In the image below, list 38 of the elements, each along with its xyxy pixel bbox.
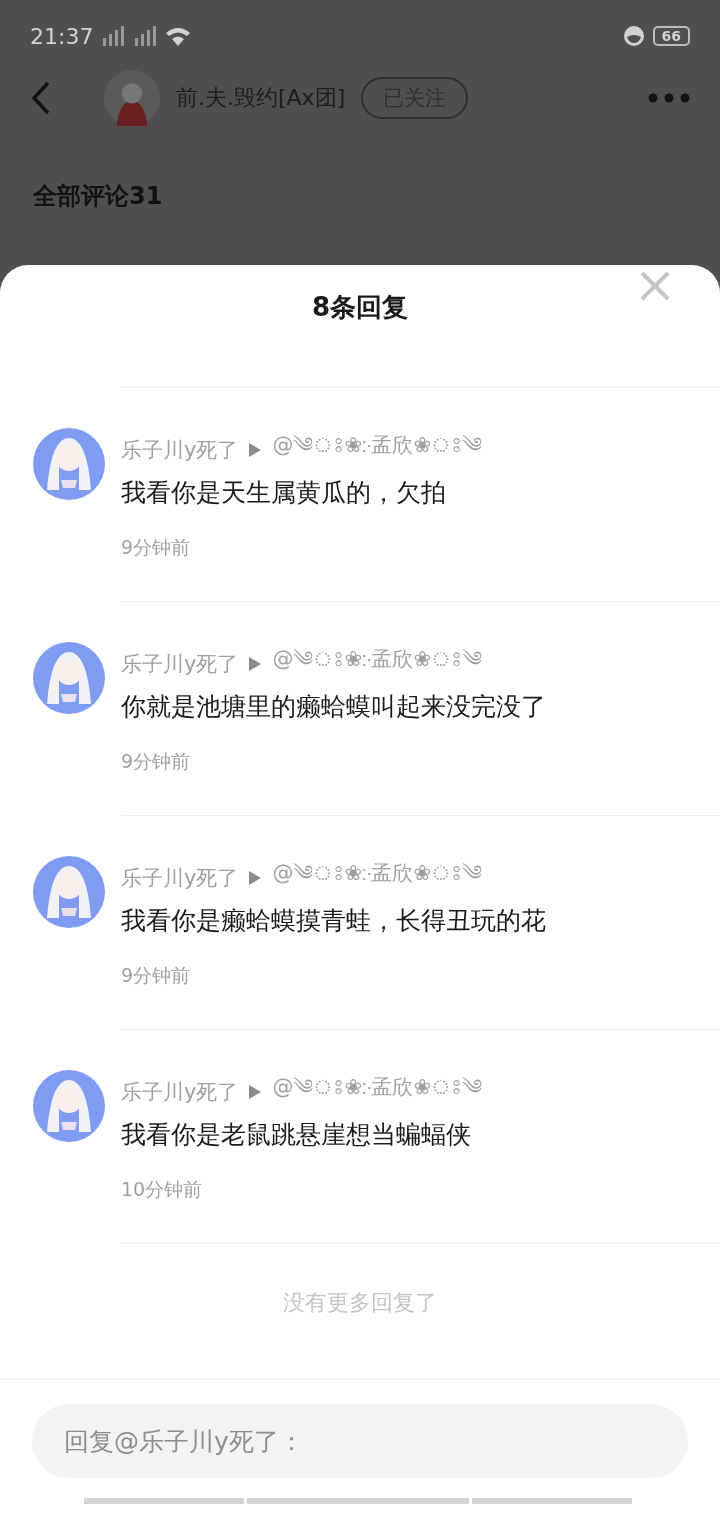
avatar[interactable]	[33, 856, 105, 928]
status-time: 21:37	[30, 23, 94, 49]
author-name[interactable]: 乐子川y死了	[121, 1078, 239, 1106]
avatar[interactable]	[104, 70, 160, 126]
sheet-title: 8条回复	[311, 290, 409, 324]
reply-target[interactable]: @༄ঃ❀჻孟欣❀ঃ༄	[272, 1062, 483, 1122]
author-name[interactable]: 乐子川y死了	[121, 864, 239, 892]
avatar[interactable]	[33, 428, 105, 500]
back-icon[interactable]	[30, 81, 52, 115]
author-name[interactable]: 乐子川y死了	[121, 650, 239, 678]
reply-text: 我看你是癞蛤蟆摸青蛙，长得丑玩的花	[121, 905, 547, 937]
signal-icon	[101, 26, 126, 46]
reply-target[interactable]: @༄ঃ❀჻孟欣❀ঃ༄	[272, 420, 483, 480]
reply-time: 9分钟前	[121, 535, 192, 560]
battery-level: 66	[652, 26, 690, 46]
close-icon[interactable]	[640, 271, 670, 301]
reply-text: 你就是池塘里的癞蛤蟆叫起来没完没了	[121, 691, 547, 723]
reply-time: 9分钟前	[121, 963, 192, 988]
section-title: 全部评论31	[33, 182, 163, 210]
more-icon[interactable]	[648, 93, 690, 103]
play-icon	[248, 443, 263, 457]
reply-input[interactable]: 回复@乐子川y死了：	[32, 1404, 688, 1478]
reply-target[interactable]: @༄ঃ❀჻孟欣❀ঃ༄	[272, 848, 483, 908]
play-icon	[248, 657, 263, 671]
play-icon	[248, 1085, 263, 1099]
reply-time: 9分钟前	[121, 749, 192, 774]
wifi-icon	[165, 26, 192, 46]
avatar[interactable]	[33, 642, 105, 714]
author-name[interactable]: 乐子川y死了	[121, 436, 239, 464]
status-icon	[622, 25, 645, 47]
signal-icon	[133, 26, 158, 46]
avatar[interactable]	[33, 1070, 105, 1142]
play-icon	[248, 871, 263, 885]
reply-text: 我看你是天生属黄瓜的，欠拍	[121, 477, 447, 509]
reply-text: 我看你是老鼠跳悬崖想当蝙蝠侠	[121, 1119, 472, 1151]
reply-target[interactable]: @༄ঃ❀჻孟欣❀ঃ༄	[272, 634, 483, 694]
end-note: 没有更多回复了	[283, 1289, 437, 1317]
reply-time: 10分钟前	[121, 1177, 204, 1202]
